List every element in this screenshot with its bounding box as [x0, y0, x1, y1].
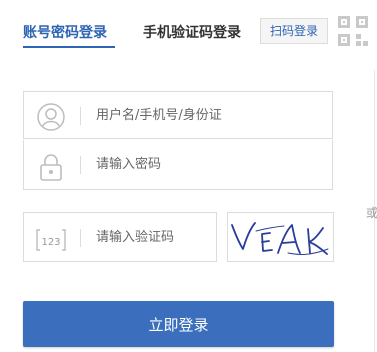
- user-icon: [37, 103, 65, 131]
- qr-code-icon[interactable]: [336, 14, 370, 48]
- lock-icon: [40, 154, 62, 181]
- tab-mobile-code-login[interactable]: 手机验证码登录: [143, 22, 241, 42]
- field-separator: [80, 229, 81, 247]
- active-tab-underline: [23, 46, 115, 48]
- login-button[interactable]: 立即登录: [23, 301, 334, 347]
- password-input[interactable]: [96, 140, 324, 188]
- field-separator: [80, 107, 81, 125]
- captcha-icon: 123: [36, 229, 66, 251]
- svg-text:123: 123: [41, 237, 60, 248]
- captcha-input[interactable]: [96, 213, 208, 261]
- tab-account-password-login[interactable]: 账号密码登录: [23, 22, 107, 42]
- username-input[interactable]: [96, 92, 324, 138]
- field-separator: [80, 156, 81, 174]
- qr-login-button[interactable]: 扫码登录: [260, 18, 328, 44]
- password-field-row: [23, 140, 333, 190]
- or-label: 或: [366, 206, 377, 220]
- captcha-image[interactable]: [227, 212, 334, 262]
- captcha-drawing: [231, 222, 329, 255]
- login-panel: 账号密码登录 手机验证码登录 扫码登录 或 用户名/手机号/身份证 123 请输…: [0, 0, 377, 352]
- captcha-field-row: 123: [23, 212, 217, 262]
- username-field-row: [23, 91, 333, 139]
